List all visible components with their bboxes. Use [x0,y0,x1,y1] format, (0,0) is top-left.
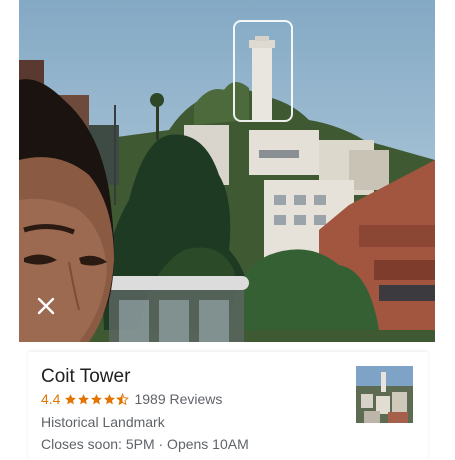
star-icon [65,393,77,404]
place-thumbnail-image [356,366,413,423]
star-icon [78,393,90,404]
close-icon [37,297,55,315]
star-icon [91,393,103,404]
camera-viewfinder[interactable] [19,0,435,342]
star-icon [104,393,116,404]
star-half-icon [116,392,130,405]
place-thumbnail[interactable] [356,366,413,423]
review-count[interactable]: 1989 Reviews [134,391,222,407]
place-category: Historical Landmark [41,414,165,430]
object-focus-box[interactable] [233,20,293,122]
place-info-card[interactable]: Coit Tower 4.4 1989 Reviews Historical L… [28,352,428,460]
opening-hours: Closes soon: 5PM · Opens 10AM [41,436,249,452]
rating-row: 4.4 1989 Reviews [41,391,222,407]
lens-screen: Coit Tower 4.4 1989 Reviews Historical L… [0,0,455,460]
rating-value: 4.4 [41,391,61,407]
star-rating [64,392,130,406]
camera-scene [19,36,435,342]
close-button[interactable] [37,297,67,327]
place-title: Coit Tower [41,366,131,387]
